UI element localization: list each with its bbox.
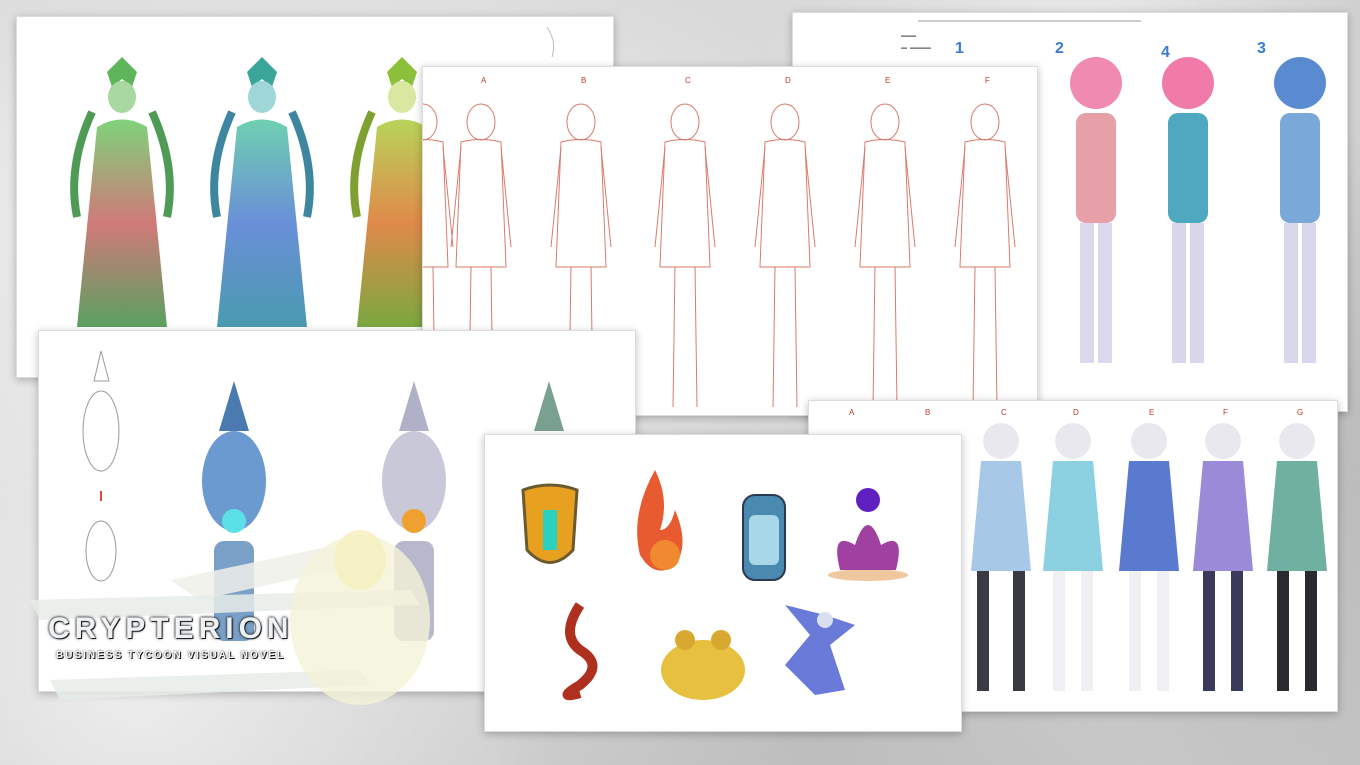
sketch-figure-d — [755, 104, 815, 407]
variant-number-1: 1 — [955, 40, 964, 57]
elf-figure-g — [1267, 423, 1327, 691]
svg-text:▬▬▬▬▬: ▬▬▬▬▬ — [901, 33, 916, 39]
robot-girl-blue — [1274, 57, 1326, 363]
logo-title: CRYPTERION — [48, 612, 294, 646]
plant-creature-variant-2 — [214, 57, 310, 327]
elf-figure-c — [971, 423, 1031, 691]
elf-col-label-d: D — [1073, 408, 1079, 417]
item-icon-sheet — [484, 434, 962, 732]
elf-col-label-g: G — [1297, 408, 1303, 417]
sketch-col-label-a: A — [481, 76, 487, 85]
game-logo: CRYPTERION BUSINESS TYCOON VISUAL NOVEL — [30, 520, 450, 720]
robot-girl-pink-teal — [1162, 57, 1214, 363]
plant-creature-variant-1 — [74, 57, 170, 327]
lotus-orb-icon — [828, 488, 908, 581]
flame-icon — [637, 470, 682, 571]
variant-number-2: 2 — [1055, 40, 1064, 57]
elf-figure-e — [1119, 423, 1179, 691]
sketch-col-label-e: E — [885, 76, 890, 85]
toad-icon — [661, 630, 745, 700]
logo-subtitle: BUSINESS TYCOON VISUAL NOVEL — [56, 650, 285, 661]
elf-col-label-f: F — [1223, 408, 1228, 417]
svg-text:▬▬ ▬▬▬▬▬▬▬: ▬▬ ▬▬▬▬▬▬▬ — [901, 45, 931, 51]
canister-icon — [743, 495, 785, 580]
sketch-figure-c — [655, 104, 715, 407]
serpent-icon — [568, 605, 593, 695]
elf-figure-d — [1043, 423, 1103, 691]
sketch-col-label-f: F — [985, 76, 990, 85]
robot-girl-pink — [1070, 57, 1122, 363]
elf-col-label-c: C — [1001, 408, 1007, 417]
elf-col-label-e: E — [1149, 408, 1154, 417]
sketch-col-label-d: D — [785, 76, 791, 85]
elf-col-label-a: A — [849, 408, 855, 417]
variant-number-4: 4 — [1161, 44, 1170, 61]
sketch-figure-f — [955, 104, 1015, 407]
sketch-figure-e — [855, 104, 915, 407]
sketch-col-label-b: B — [581, 76, 586, 85]
item-icon-art — [485, 435, 961, 731]
elf-figure-f — [1193, 423, 1253, 691]
variant-number-3: 3 — [1257, 40, 1266, 57]
crystal-fairy-icon — [785, 605, 855, 695]
elf-col-label-b: B — [925, 408, 930, 417]
shield-icon — [523, 485, 577, 563]
sketch-col-label-c: C — [685, 76, 691, 85]
armor-figure-green — [534, 381, 564, 431]
